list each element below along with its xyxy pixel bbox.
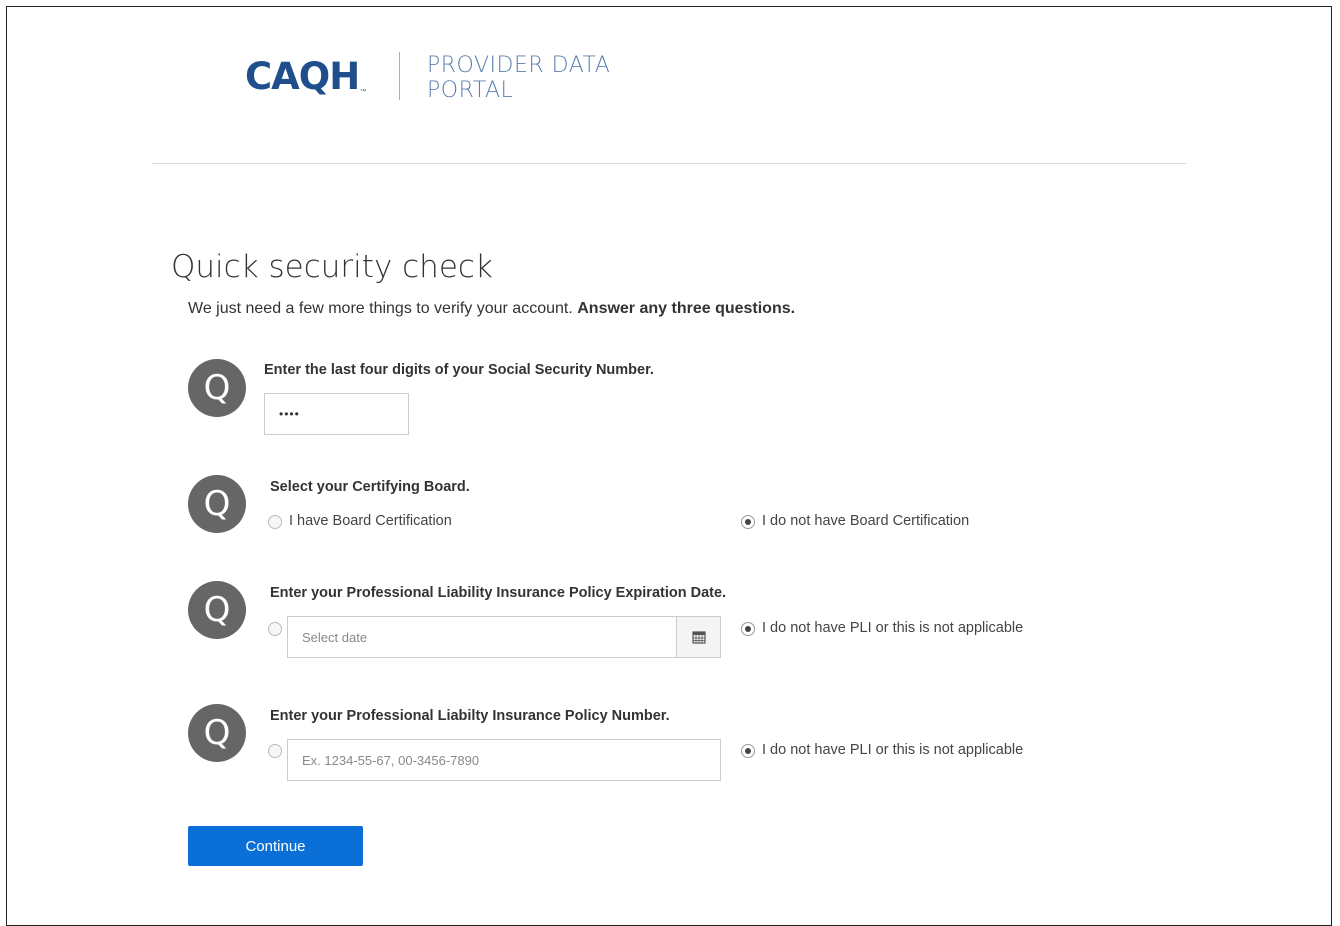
question-pli-number-label: Enter your Professional Liabilty Insuran… (270, 708, 670, 724)
radio-pli-date[interactable] (268, 622, 282, 636)
pli-date-picker[interactable]: Select date (287, 616, 721, 658)
question-badge-icon: Q (188, 475, 246, 533)
subtitle-emphasis: Answer any three questions. (577, 300, 796, 317)
question-ssn-label: Enter the last four digits of your Socia… (264, 362, 654, 378)
continue-button[interactable]: Continue (188, 826, 363, 866)
page-subtitle: We just need a few more things to verify… (188, 300, 795, 318)
radio-has-board-certification[interactable] (268, 515, 282, 529)
logo-trademark: ™ (360, 89, 367, 95)
calendar-button[interactable] (676, 616, 721, 658)
question-pli-date-label: Enter your Professional Liability Insura… (270, 585, 727, 601)
portal-name: PROVIDER DATA PORTAL (427, 53, 610, 103)
radio-no-pli-number[interactable] (741, 744, 755, 758)
logo-divider (399, 52, 400, 100)
pli-number-input[interactable]: Ex. 1234-55-67, 00-3456-7890 (287, 739, 721, 781)
radio-label-has-board[interactable]: I have Board Certification (289, 513, 452, 529)
page-frame (6, 6, 1332, 926)
page-title: Quick security check (171, 249, 493, 285)
radio-no-pli-date[interactable] (741, 622, 755, 636)
radio-no-board-certification[interactable] (741, 515, 755, 529)
radio-label-no-pli-date[interactable]: I do not have PLI or this is not applica… (762, 620, 1023, 636)
logo-wordmark: CAQH (245, 55, 360, 98)
portal-name-line1: PROVIDER DATA (427, 53, 611, 78)
portal-name-line2: PORTAL (427, 78, 514, 103)
header-divider (152, 163, 1186, 164)
question-board-label: Select your Certifying Board. (270, 479, 470, 495)
calendar-icon (691, 631, 706, 644)
question-badge-icon: Q (188, 359, 246, 417)
question-badge-icon: Q (188, 581, 246, 639)
question-badge-icon: Q (188, 704, 246, 762)
radio-pli-number[interactable] (268, 744, 282, 758)
radio-label-no-pli-number[interactable]: I do not have PLI or this is not applica… (762, 742, 1023, 758)
ssn-input[interactable]: •••• (264, 393, 409, 435)
pli-date-input[interactable]: Select date (287, 616, 676, 658)
caqh-logo[interactable]: CAQH ™ (245, 58, 366, 95)
subtitle-text: We just need a few more things to verify… (188, 300, 573, 317)
radio-label-no-board[interactable]: I do not have Board Certification (762, 513, 969, 529)
